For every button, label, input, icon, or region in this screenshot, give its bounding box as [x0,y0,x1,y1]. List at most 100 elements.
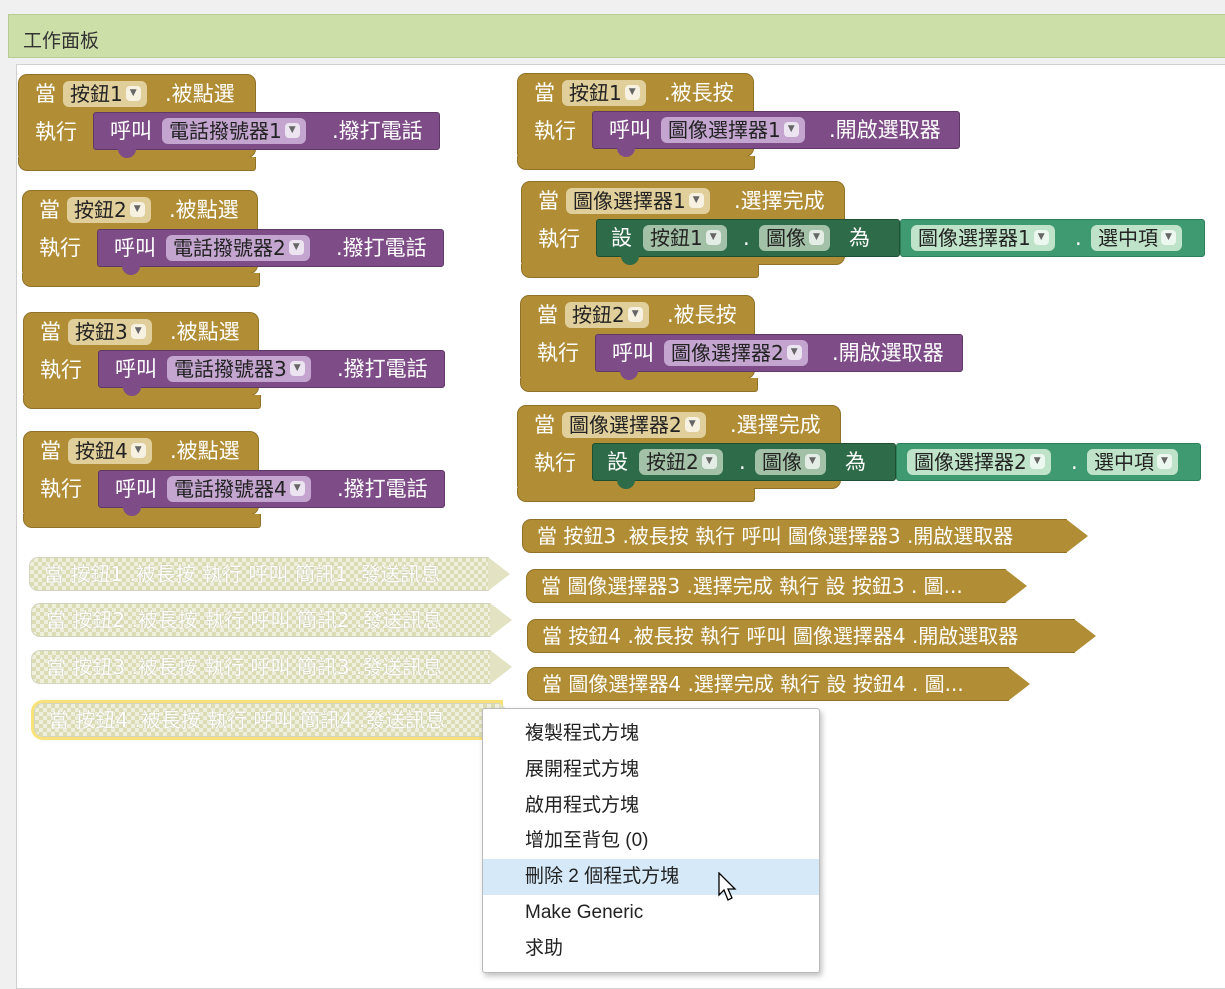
property-dropdown[interactable]: 圖像 ▼ [759,225,830,251]
component-dropdown[interactable]: 按鈕1 ▼ [562,80,646,106]
call-block-picker1-open[interactable]: 呼叫 圖像選擇器1 ▼ .開啟選取器 [592,111,960,157]
component-dropdown[interactable]: 圖像選擇器2 ▼ [907,449,1051,475]
component-dropdown[interactable]: 按鈕1 ▼ [643,225,727,251]
dropdown-label: 選中項 [1094,450,1154,474]
collapsed-block-label: 當 圖像選擇器4 .選擇完成 執行 設 按鈕4 . 圖... [542,672,964,696]
do-keyword: 執行 [534,451,576,475]
set-keyword: 設 [611,226,632,250]
dropdown-label: 電話撥號器2 [173,236,286,260]
chevron-down-icon: ▼ [1157,454,1172,469]
event-name: .選擇完成 [734,189,825,213]
chevron-down-icon: ▼ [705,230,721,245]
block-edge [1008,667,1030,701]
set-block-button2-image[interactable]: 設 按鈕2 ▼ . 圖像 ▼ 為 [592,443,896,489]
component-dropdown[interactable]: 圖像選擇器2 ▼ [562,412,706,438]
collapsed-block-label: 當 按鈕3 .被長按 執行 呼叫 簡訊3 .發送訊息 [46,655,443,679]
component-dropdown[interactable]: 圖像選擇器1 ▼ [566,188,710,214]
when-keyword: 當 [40,439,61,463]
call-block-picker2-open[interactable]: 呼叫 圖像選擇器2 ▼ .開啟選取器 [595,334,963,380]
do-keyword: 執行 [40,477,82,501]
method-name: .撥打電話 [337,357,428,381]
property-dropdown[interactable]: 圖像 ▼ [755,449,826,475]
component-dropdown[interactable]: 圖像選擇器2 ▼ [664,340,808,366]
dropdown-label: 按鈕2 [74,198,127,222]
get-block-picker2-selection[interactable]: 圖像選擇器2 ▼ . 選中項 ▼ [896,443,1201,481]
menu-item-add-to-backpack[interactable]: 增加至背包 (0) [483,823,819,859]
do-keyword: 執行 [35,120,77,144]
block-edge [1066,519,1088,553]
disabled-block-button4-sms-selected[interactable]: 當 按鈕4 .被長按 執行 呼叫 簡訊4 .發送訊息 [31,700,521,740]
collapsed-block-label: 當 按鈕3 .被長按 執行 呼叫 圖像選擇器3 .開啟選取器 [537,524,1014,548]
call-keyword: 呼叫 [612,341,654,365]
component-dropdown[interactable]: 按鈕3 ▼ [68,319,152,345]
dropdown-label: 按鈕2 [646,450,699,474]
set-block-button1-image[interactable]: 設 按鈕1 ▼ . 圖像 ▼ 為 [596,219,900,265]
disabled-block-button3-sms[interactable]: 當 按鈕3 .被長按 執行 呼叫 簡訊3 .發送訊息 [31,650,512,684]
chevron-down-icon: ▼ [786,345,802,360]
collapsed-block-button3-longpress[interactable]: 當 按鈕3 .被長按 執行 呼叫 圖像選擇器3 .開啟選取器 [522,519,1088,553]
component-dropdown[interactable]: 圖像選擇器1 ▼ [661,117,805,143]
chevron-down-icon: ▼ [284,123,300,138]
menu-item-make-generic[interactable]: Make Generic [483,895,819,931]
workspace-title: 工作面板 [23,30,100,52]
event-name: .選擇完成 [730,413,821,437]
call-block-dialer1[interactable]: 呼叫 電話撥號器1 ▼ .撥打電話 [93,112,440,158]
call-block-dialer4[interactable]: 呼叫 電話撥號器4 ▼ .撥打電話 [98,470,445,516]
dropdown-label: 按鈕1 [650,226,703,250]
collapsed-block-button4-longpress[interactable]: 當 按鈕4 .被長按 執行 呼叫 圖像選擇器4 .開啟選取器 [527,619,1096,653]
dot-separator: . [739,450,746,474]
workspace-header: 工作面板 [8,14,1225,58]
chevron-down-icon: ▼ [624,85,640,100]
component-dropdown[interactable]: 電話撥號器3 ▼ [167,356,311,382]
chevron-down-icon: ▼ [125,86,141,101]
component-dropdown[interactable]: 電話撥號器1 ▼ [162,118,306,144]
menu-item-enable[interactable]: 啟用程式方塊 [483,788,819,824]
event-name: .被點選 [165,82,235,106]
do-keyword: 執行 [534,119,576,143]
collapsed-block-picker4-afterpicking[interactable]: 當 圖像選擇器4 .選擇完成 執行 設 按鈕4 . 圖... [527,667,1030,701]
method-name: .開啟選取器 [829,118,941,142]
dropdown-label: 按鈕4 [75,439,128,463]
chevron-down-icon: ▼ [1161,230,1176,245]
collapsed-block-picker3-afterpicking[interactable]: 當 圖像選擇器3 .選擇完成 執行 設 按鈕3 . 圖... [526,569,1027,603]
component-dropdown[interactable]: 電話撥號器4 ▼ [167,476,311,502]
chevron-down-icon: ▼ [1029,454,1045,469]
menu-item-delete-blocks[interactable]: 刪除 2 個程式方塊 [483,859,819,895]
component-dropdown[interactable]: 按鈕2 ▼ [565,302,649,328]
component-dropdown[interactable]: 按鈕2 ▼ [67,197,151,223]
disabled-block-button2-sms[interactable]: 當 按鈕2 .被長按 執行 呼叫 簡訊2 .發送訊息 [31,603,512,637]
event-block-footer [23,514,261,528]
chevron-down-icon: ▼ [783,122,799,137]
event-name: .被長按 [664,81,734,105]
collapsed-block-label: 當 按鈕4 .被長按 執行 呼叫 圖像選擇器4 .開啟選取器 [542,624,1019,648]
call-keyword: 呼叫 [609,118,651,142]
get-block-picker1-selection[interactable]: 圖像選擇器1 ▼ . 選中項 ▼ [900,219,1205,257]
dot-separator: . [743,226,750,250]
event-name: .被點選 [169,198,239,222]
dropdown-label: 電話撥號器4 [174,477,287,501]
call-block-dialer2[interactable]: 呼叫 電話撥號器2 ▼ .撥打電話 [97,229,444,275]
component-dropdown[interactable]: 按鈕4 ▼ [68,438,152,464]
component-dropdown[interactable]: 按鈕2 ▼ [639,449,723,475]
menu-item-duplicate[interactable]: 複製程式方塊 [483,716,819,752]
component-dropdown[interactable]: 按鈕1 ▼ [63,81,147,107]
event-block-footer [520,378,758,392]
chevron-down-icon: ▼ [627,307,643,322]
menu-item-expand[interactable]: 展開程式方塊 [483,752,819,788]
when-keyword: 當 [537,303,558,327]
menu-item-help[interactable]: 求助 [483,931,819,967]
component-dropdown[interactable]: 電話撥號器2 ▼ [166,235,310,261]
block-edge [490,603,512,637]
event-block-footer [18,157,256,171]
call-block-dialer3[interactable]: 呼叫 電話撥號器3 ▼ .撥打電話 [98,350,445,396]
property-dropdown[interactable]: 選中項 ▼ [1087,449,1178,475]
dot-separator: . [1071,450,1078,474]
do-keyword: 執行 [537,341,579,365]
disabled-block-button1-sms[interactable]: 當 按鈕1 .被長按 執行 呼叫 簡訊1 .發送訊息 [29,557,510,591]
call-keyword: 呼叫 [115,477,157,501]
property-dropdown[interactable]: 選中項 ▼ [1091,225,1182,251]
dropdown-label: 按鈕3 [75,320,128,344]
dropdown-label: 圖像選擇器1 [573,189,686,213]
method-name: .撥打電話 [332,119,423,143]
component-dropdown[interactable]: 圖像選擇器1 ▼ [911,225,1055,251]
